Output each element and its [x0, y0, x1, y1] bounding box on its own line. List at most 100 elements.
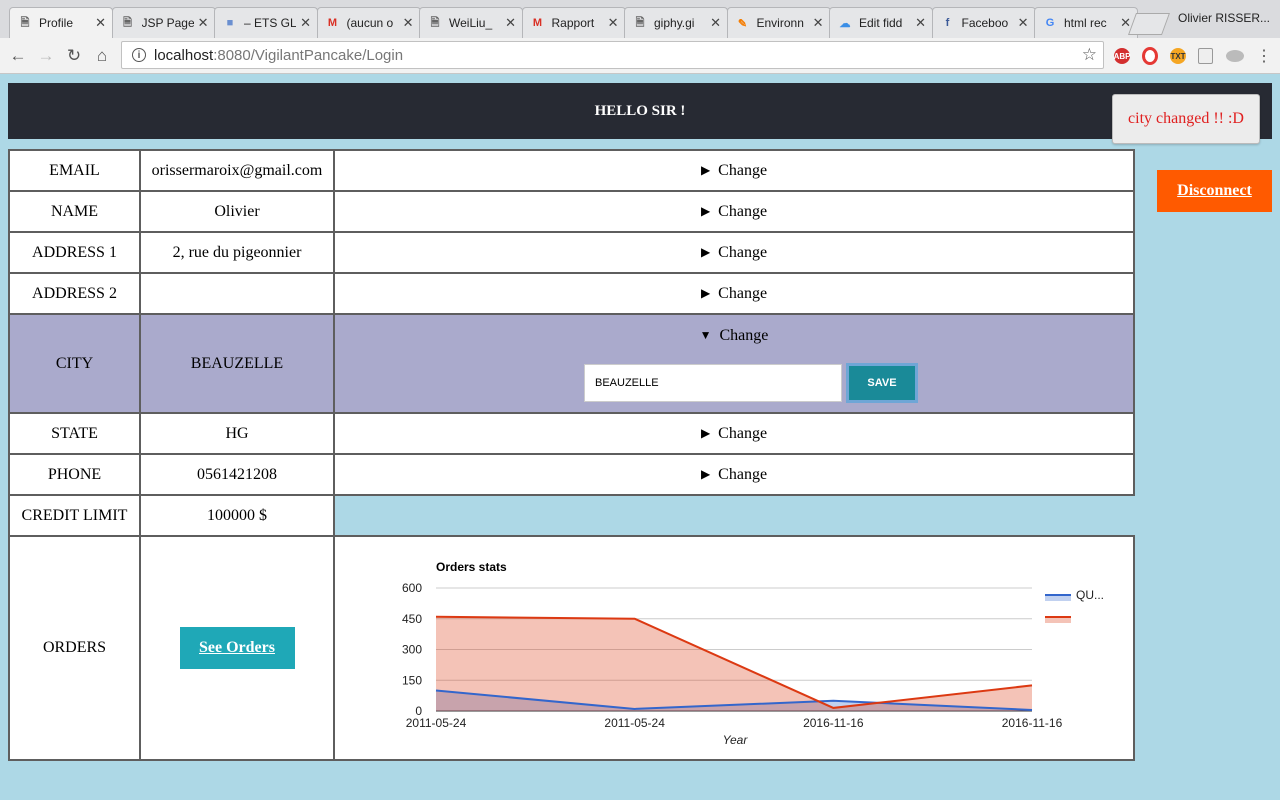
table-row-email: EMAIL orissermaroix@gmail.com ▶ Change: [8, 149, 1135, 192]
x-tick-label: 2011-05-24: [604, 716, 665, 730]
cloud-extension-icon[interactable]: [1226, 50, 1244, 62]
browser-tab[interactable]: M (aucun o ✕: [316, 7, 421, 38]
browser-tab-label: Faceboo: [961, 16, 1009, 30]
back-icon[interactable]: ←: [6, 44, 30, 68]
browser-tab-label: giphy.gi: [654, 16, 695, 30]
x-tick-label: 2016-11-16: [1002, 716, 1063, 730]
browser-tab-label: Environn: [756, 16, 804, 30]
txt-extension-icon[interactable]: TXT: [1170, 48, 1186, 64]
change-address2-toggle[interactable]: ▶ Change: [333, 272, 1135, 315]
browser-tab[interactable]: ■ – ETS GL ✕: [214, 7, 318, 38]
page-icon: 🗎: [20, 16, 30, 29]
pencil-icon: ✎: [737, 17, 748, 30]
row-label: ORDERS: [8, 535, 141, 761]
change-city-toggle[interactable]: ▼ Change: [700, 327, 769, 345]
browser-tab[interactable]: ☁ Edit fidd ✕: [829, 7, 933, 38]
change-email-toggle[interactable]: ▶ Change: [333, 149, 1135, 192]
row-label: ADDRESS 2: [8, 272, 141, 315]
change-phone-toggle[interactable]: ▶ Change: [333, 453, 1135, 496]
opera-icon[interactable]: [1142, 47, 1158, 65]
table-row-address1: ADDRESS 1 2, rue du pigeonnier ▶ Change: [8, 231, 1135, 274]
close-tab-icon[interactable]: ✕: [300, 15, 311, 31]
browser-tab-label: Profile: [39, 16, 74, 30]
gmail-icon: M: [532, 17, 543, 29]
triangle-right-icon: ▶: [700, 467, 711, 482]
close-tab-icon[interactable]: ✕: [95, 15, 106, 31]
browser-tab-label: JSP Page: [141, 16, 194, 30]
browser-tab[interactable]: Ghtml rec ✕: [1034, 7, 1138, 38]
new-tab-button[interactable]: [1127, 13, 1171, 35]
row-label: ADDRESS 1: [8, 231, 141, 274]
x-tick-label: 2016-11-16: [803, 716, 864, 730]
table-row-city: CITY BEAUZELLE ▼ Change BEAUZELLE SAVE: [8, 313, 1135, 414]
change-name-toggle[interactable]: ▶ Change: [333, 190, 1135, 233]
menu-kebab-icon[interactable]: ⋮: [1252, 44, 1276, 68]
change-label: Change: [718, 161, 768, 179]
name-value: Olivier: [139, 190, 335, 233]
browser-profile-name[interactable]: Olivier RISSER...: [1178, 11, 1270, 25]
site-info-icon[interactable]: i: [132, 48, 146, 62]
legend-label: QU...: [1076, 588, 1104, 602]
table-row-credit: CREDIT LIMIT 100000 $: [8, 494, 1134, 537]
site-icon: ■: [226, 17, 234, 29]
profile-table: EMAIL orissermaroix@gmail.com ▶ Change NA…: [8, 149, 1135, 761]
browser-tab-strip: 🗎 Profile ✕ 🗎 JSP Page ✕ ■ – ETS GL ✕ M (aucun o ✕ 🗎…: [0, 0, 1280, 38]
close-tab-icon[interactable]: ✕: [403, 15, 414, 31]
close-tab-icon[interactable]: ✕: [710, 15, 721, 31]
table-row-name: NAME Olivier ▶ Change: [8, 190, 1135, 233]
change-state-toggle[interactable]: ▶ Change: [333, 412, 1135, 455]
close-tab-icon[interactable]: ✕: [198, 15, 209, 31]
row-label: EMAIL: [8, 149, 141, 192]
change-label: Change: [718, 243, 768, 261]
address-bar[interactable]: i localhost:8080/VigilantPancake/Login ☆: [121, 41, 1104, 69]
url-path: :8080/VigilantPancake/Login: [213, 46, 404, 64]
notification-toast: city changed !! :D: [1112, 94, 1260, 144]
change-address1-toggle[interactable]: ▶ Change: [333, 231, 1135, 274]
table-row-state: STATE HG ▶ Change: [8, 412, 1135, 455]
save-button[interactable]: SAVE: [846, 362, 918, 403]
browser-tab[interactable]: ✎ Environn ✕: [726, 7, 831, 38]
browser-tab[interactable]: 🗎 WeiLiu_ ✕: [419, 7, 523, 38]
bookmark-star-icon[interactable]: ☆: [1082, 45, 1097, 65]
browser-tab[interactable]: 🗎 JSP Page ✕: [111, 7, 216, 38]
y-tick-label: 450: [402, 612, 422, 626]
orders-stats-chart: Orders stats 0150300450600 2011-05-24 201…: [402, 560, 1104, 747]
forward-icon[interactable]: →: [34, 44, 58, 68]
reload-icon[interactable]: ↻: [62, 44, 86, 68]
change-city-panel: ▼ Change BEAUZELLE SAVE: [333, 313, 1135, 414]
close-tab-icon[interactable]: ✕: [813, 15, 824, 31]
x-tick-label: 2011-05-24: [406, 716, 467, 730]
browser-tab[interactable]: f Faceboo ✕: [931, 7, 1036, 38]
triangle-right-icon: ▶: [700, 204, 711, 219]
browser-tab[interactable]: M Rapport ✕: [521, 7, 626, 38]
browser-tab-label: – ETS GL: [244, 16, 297, 30]
triangle-right-icon: ▶: [700, 286, 711, 301]
see-orders-button[interactable]: See Orders: [179, 627, 295, 669]
change-label: Change: [719, 326, 769, 344]
note-extension-icon[interactable]: [1198, 48, 1213, 64]
orders-cell: See Orders: [139, 535, 335, 761]
x-axis-label: Year: [723, 733, 749, 747]
browser-tab[interactable]: 🗎 Profile ✕: [9, 7, 113, 38]
address2-value: [139, 272, 335, 315]
close-tab-icon[interactable]: ✕: [915, 15, 926, 31]
cloud-icon: ☁: [839, 17, 851, 30]
row-label: PHONE: [8, 453, 141, 496]
city-input[interactable]: BEAUZELLE: [584, 363, 842, 402]
home-icon[interactable]: ⌂: [90, 44, 114, 68]
triangle-down-icon: ▼: [699, 328, 712, 342]
empty-cell: [334, 495, 1134, 536]
change-label: Change: [718, 465, 768, 483]
close-tab-icon[interactable]: ✕: [1018, 15, 1029, 31]
adblock-icon[interactable]: ABP: [1114, 48, 1130, 64]
disconnect-button[interactable]: Disconnect: [1157, 170, 1272, 212]
close-tab-icon[interactable]: ✕: [608, 15, 619, 31]
browser-tab[interactable]: 🗎 giphy.gi ✕: [624, 7, 728, 38]
triangle-right-icon: ▶: [700, 245, 711, 260]
triangle-right-icon: ▶: [700, 426, 711, 441]
row-label: NAME: [8, 190, 141, 233]
chart-title: Orders stats: [436, 560, 507, 574]
browser-tab-label: html rec: [1064, 16, 1107, 30]
email-value: orissermaroix@gmail.com: [139, 149, 335, 192]
close-tab-icon[interactable]: ✕: [505, 15, 516, 31]
